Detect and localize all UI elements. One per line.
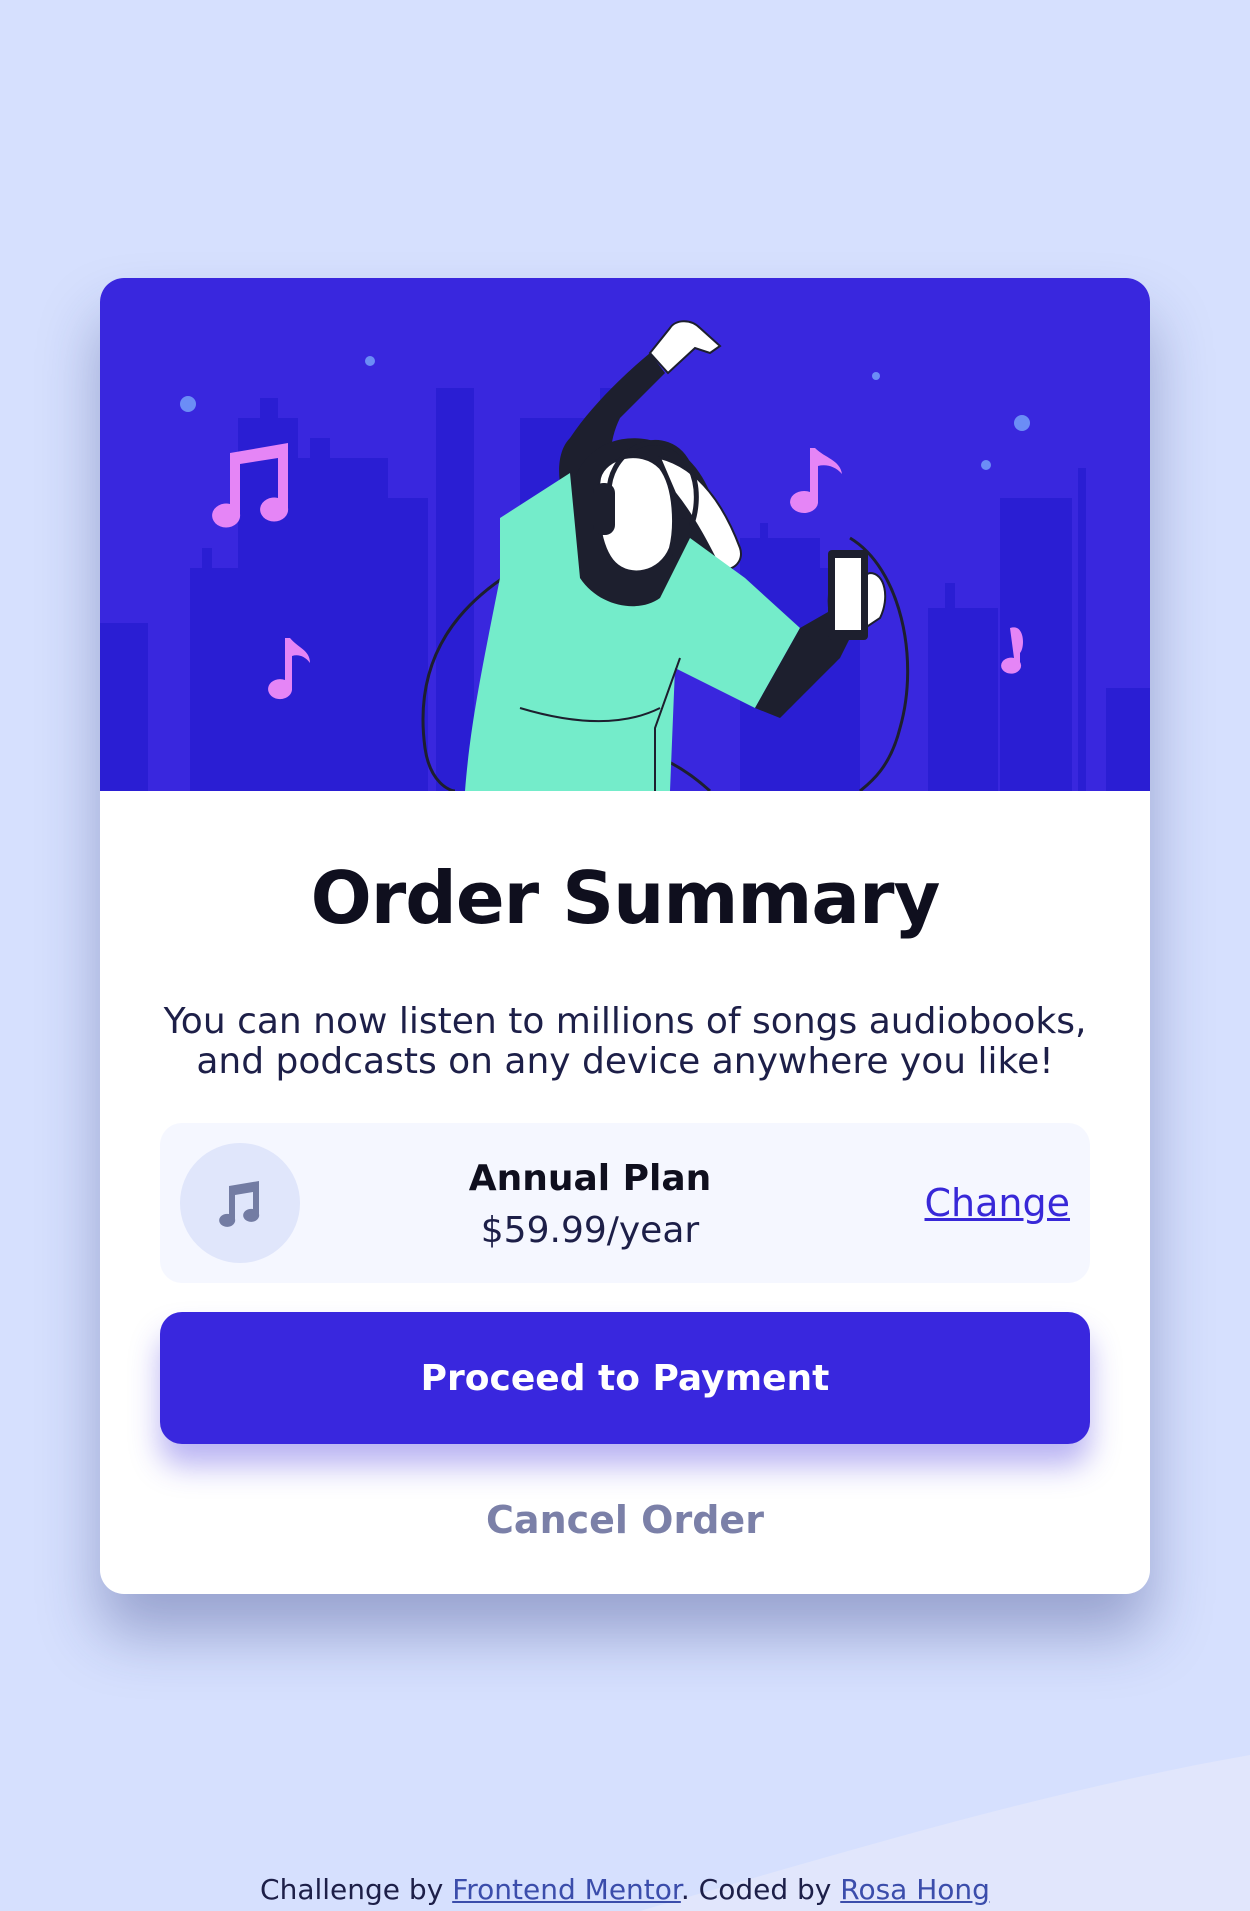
- plan-name: Annual Plan: [468, 1158, 712, 1199]
- author-link[interactable]: Rosa Hong: [840, 1873, 990, 1906]
- proceed-to-payment-button[interactable]: Proceed to Payment: [160, 1312, 1090, 1444]
- page-title: Order Summary: [310, 856, 941, 940]
- hero-illustration: [100, 278, 1150, 791]
- order-summary-card: Order Summary You can now listen to mill…: [100, 278, 1150, 1594]
- frontend-mentor-link[interactable]: Frontend Mentor: [452, 1873, 681, 1906]
- attribution: Challenge by Frontend Mentor. Coded by R…: [0, 1872, 1250, 1908]
- cancel-order-button[interactable]: Cancel Order: [100, 1498, 1150, 1542]
- plan-price: $59.99/year: [480, 1210, 700, 1251]
- music-note-icon: [180, 1143, 300, 1263]
- change-plan-link[interactable]: Change: [925, 1181, 1071, 1225]
- plan-summary: Annual Plan $59.99/year Change: [160, 1123, 1090, 1283]
- plan-description: You can now listen to millions of songs …: [163, 1001, 1087, 1082]
- attribution-middle: . Coded by: [680, 1873, 841, 1906]
- attribution-prefix: Challenge by: [260, 1873, 453, 1906]
